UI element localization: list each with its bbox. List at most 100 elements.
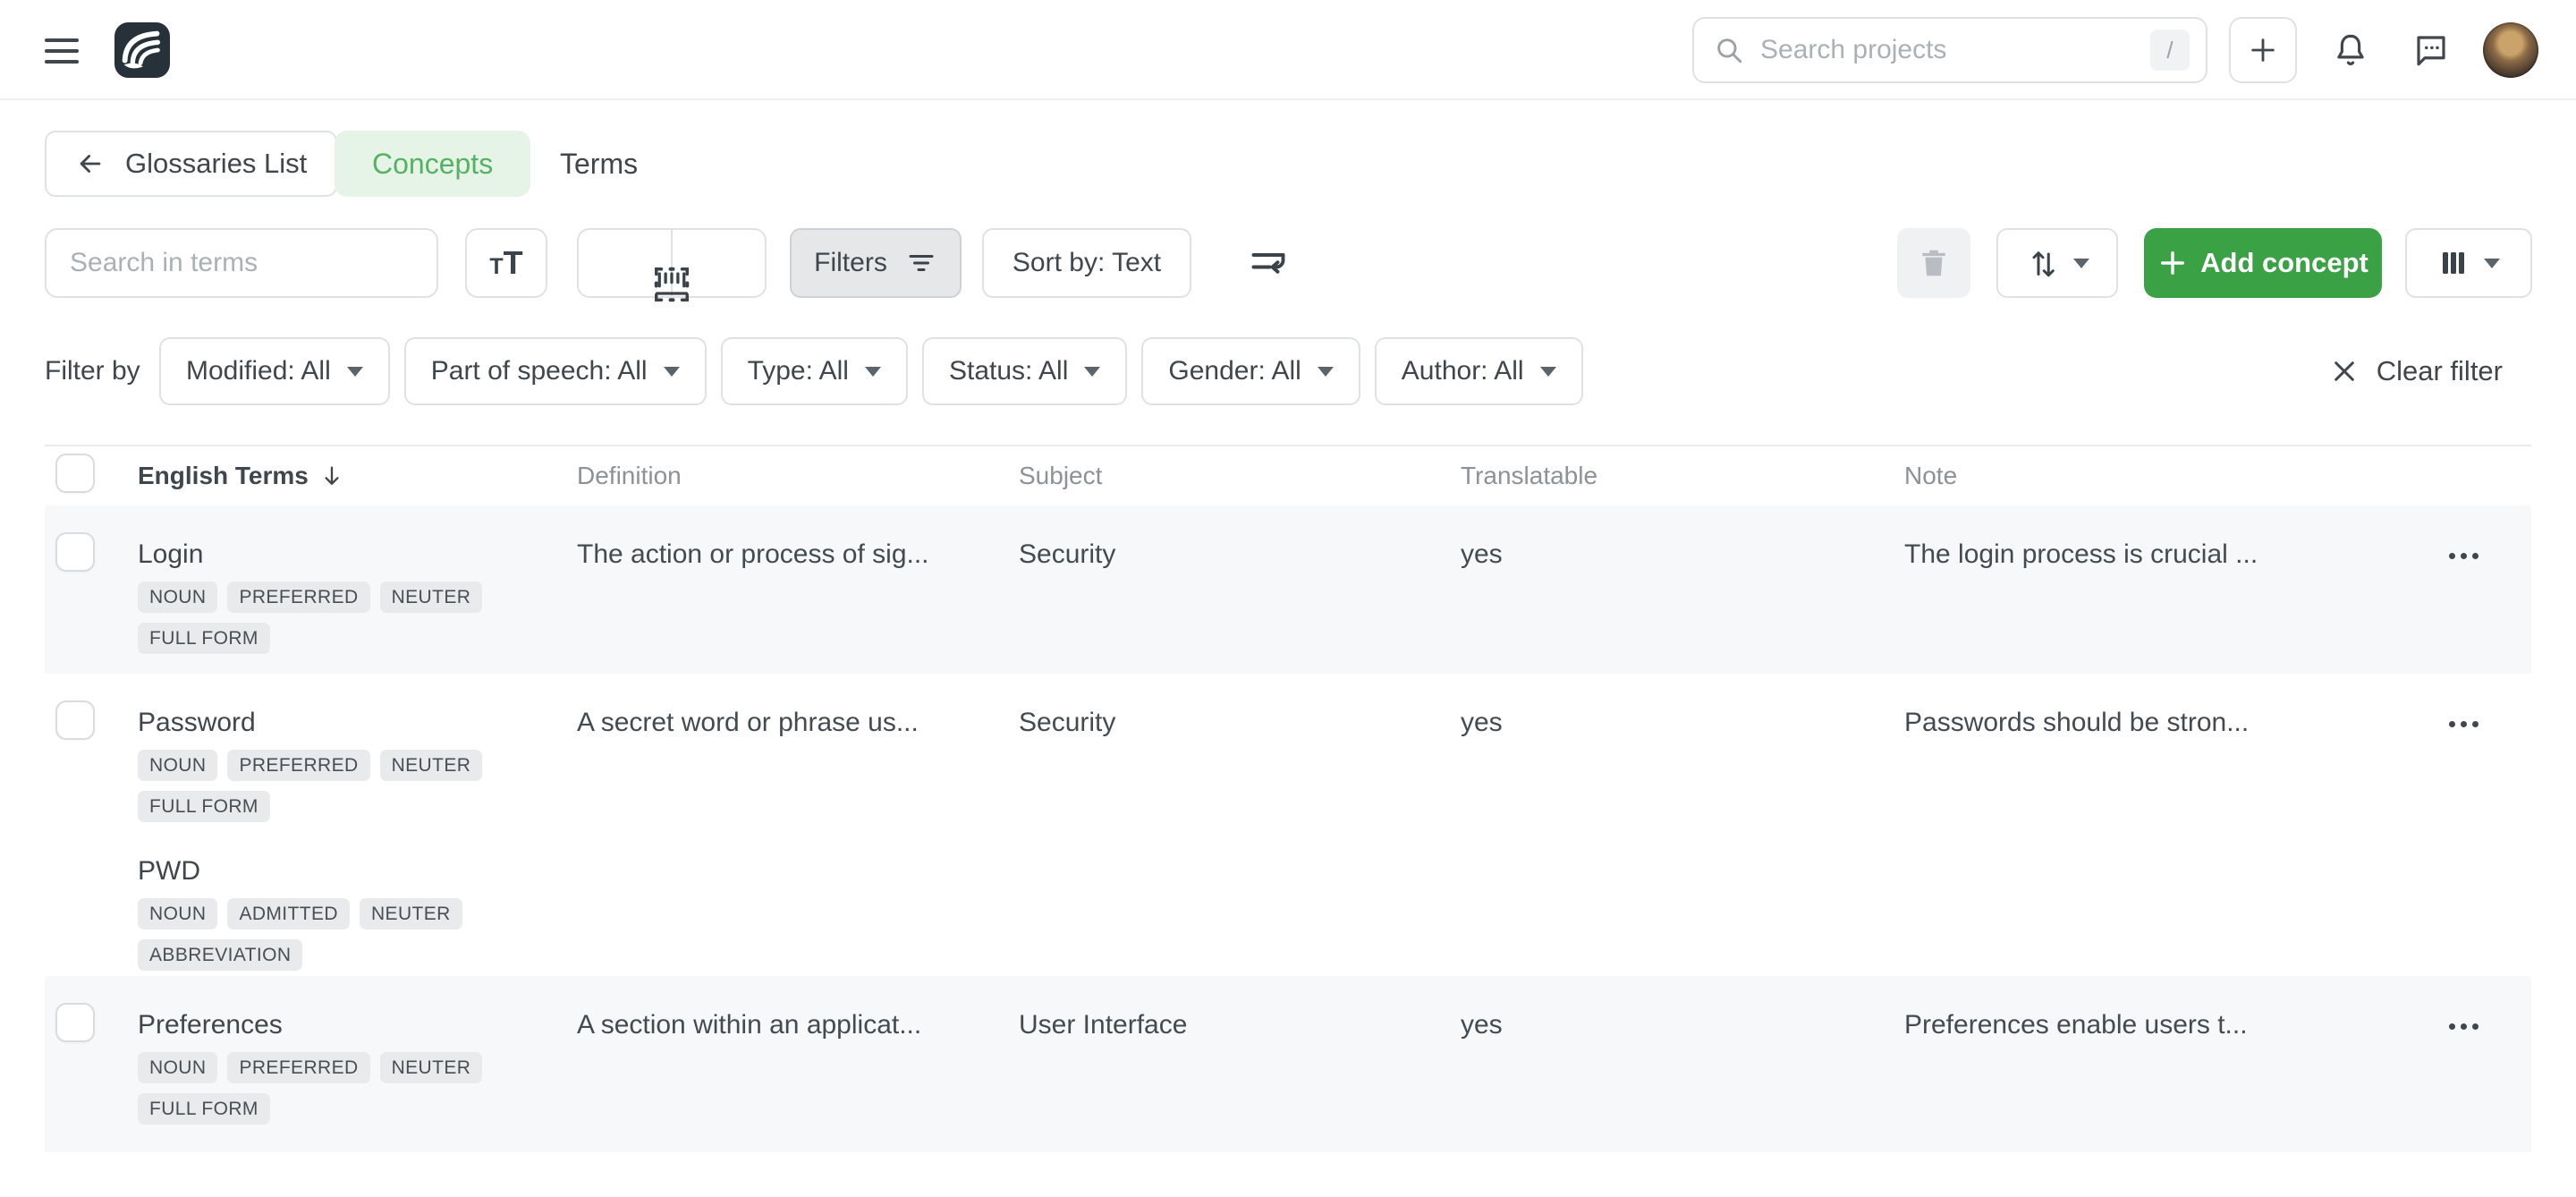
filter-chip-modified[interactable]: Modified: All [159, 337, 390, 405]
badge: NEUTER [380, 750, 483, 781]
term-badges: NOUN ADMITTED NEUTER ABBREVIATION [138, 898, 522, 971]
chevron-down-icon [865, 367, 881, 377]
term-title[interactable]: Login [138, 539, 522, 570]
shortcut-key-badge: / [2150, 30, 2190, 71]
add-concept-button[interactable]: Add concept [2144, 228, 2382, 298]
column-header-note[interactable]: Note [1904, 446, 1957, 505]
row-actions-button[interactable] [2435, 545, 2492, 566]
clear-filter-label: Clear filter [2377, 355, 2503, 387]
bell-icon [2332, 31, 2369, 69]
columns-button[interactable] [2405, 228, 2532, 298]
wrap-lines-icon [1247, 242, 1290, 284]
column-header-subject[interactable]: Subject [1019, 446, 1102, 505]
wrap-lines-button[interactable] [1240, 234, 1297, 292]
back-to-glossaries-button[interactable]: Glossaries List [45, 131, 337, 197]
row-actions-button[interactable] [2435, 713, 2492, 734]
term-cell: Login NOUN PREFERRED NEUTER FULL FORM [138, 539, 522, 654]
select-all-checkbox[interactable] [55, 454, 95, 493]
select-area-icon [651, 264, 692, 305]
translatable-cell: yes [1461, 1010, 1503, 1040]
search-mode-group [577, 228, 767, 298]
tab-concepts[interactable]: Concepts [335, 131, 530, 197]
table-row[interactable]: Password NOUN PREFERRED NEUTER FULL FORM… [45, 674, 2531, 976]
search-projects-input[interactable] [1760, 35, 2150, 65]
plus-icon [2157, 248, 2188, 278]
match-case-button[interactable]: TT [465, 228, 547, 298]
badge: ABBREVIATION [138, 939, 302, 971]
row-checkbox[interactable] [55, 1003, 95, 1042]
close-icon [2330, 357, 2359, 386]
table-row[interactable]: Preferences NOUN PREFERRED NEUTER FULL F… [45, 976, 2531, 1152]
note-cell: The login process is crucial ... [1904, 539, 2258, 570]
table-header: English Terms Definition Subject Transla… [45, 446, 2531, 505]
term-badges: NOUN PREFERRED NEUTER FULL FORM [138, 582, 522, 654]
row-checkbox[interactable] [55, 700, 95, 740]
chevron-down-icon [1084, 367, 1100, 377]
translatable-cell: yes [1461, 708, 1503, 738]
badge: PREFERRED [227, 750, 369, 781]
filter-chip-gender[interactable]: Gender: All [1141, 337, 1360, 405]
term-title[interactable]: Preferences [138, 1010, 522, 1040]
filter-by-label: Filter by [45, 337, 140, 405]
sort-by-label: Sort by: Text [1013, 248, 1161, 278]
filter-chip-part-of-speech[interactable]: Part of speech: All [404, 337, 707, 405]
search-terms-box [45, 228, 438, 298]
column-header-translatable[interactable]: Translatable [1461, 446, 1597, 505]
badge: NOUN [138, 898, 217, 930]
chevron-down-icon [2073, 259, 2089, 268]
chevron-down-icon [347, 367, 363, 377]
note-cell: Preferences enable users t... [1904, 1010, 2248, 1040]
select-area-button[interactable] [651, 264, 692, 305]
app-logo[interactable] [114, 22, 170, 78]
chevron-down-icon [1318, 367, 1334, 377]
row-actions-button[interactable] [2435, 1015, 2492, 1037]
definition-cell: A secret word or phrase us... [577, 708, 919, 738]
tab-terms[interactable]: Terms [560, 131, 638, 197]
badge: PREFERRED [227, 1052, 369, 1083]
notifications-button[interactable] [2329, 29, 2372, 72]
column-header-definition[interactable]: Definition [577, 446, 682, 505]
match-case-icon: TT [489, 247, 522, 279]
filter-chip-type[interactable]: Type: All [721, 337, 908, 405]
badge: NOUN [138, 1052, 217, 1083]
badge: FULL FORM [138, 1093, 270, 1125]
badge: PREFERRED [227, 582, 369, 613]
import-export-button[interactable] [1996, 228, 2118, 298]
subject-cell: Security [1019, 708, 1115, 738]
clear-filter-button[interactable]: Clear filter [2330, 337, 2503, 405]
sort-order-icon [2025, 245, 2061, 281]
filters-button[interactable]: Filters [790, 228, 962, 298]
badge: NOUN [138, 582, 217, 613]
term-title[interactable]: Password [138, 708, 522, 738]
column-header-english-terms[interactable]: English Terms [138, 446, 344, 505]
filter-chip-status[interactable]: Status: All [922, 337, 1127, 405]
chevron-down-icon [2484, 259, 2500, 268]
feedback-button[interactable] [2410, 29, 2453, 72]
filter-icon [905, 247, 937, 279]
term-title[interactable]: PWD [138, 856, 522, 887]
plus-icon [2248, 35, 2278, 65]
columns-icon [2437, 247, 2470, 279]
sort-desc-icon [319, 463, 344, 488]
translatable-cell: yes [1461, 539, 1503, 570]
delete-button[interactable] [1897, 228, 1970, 298]
menu-icon[interactable] [45, 38, 79, 64]
term-badges: NOUN PREFERRED NEUTER FULL FORM [138, 750, 522, 822]
badge: FULL FORM [138, 623, 270, 654]
badge: NEUTER [380, 582, 483, 613]
search-terms-input[interactable] [70, 248, 413, 278]
add-concept-label: Add concept [2200, 247, 2368, 279]
user-avatar[interactable] [2483, 22, 2538, 78]
row-checkbox[interactable] [55, 532, 95, 572]
table-row[interactable]: Login NOUN PREFERRED NEUTER FULL FORM Th… [45, 505, 2531, 674]
concepts-table: Login NOUN PREFERRED NEUTER FULL FORM Th… [45, 505, 2531, 1152]
chevron-down-icon [664, 367, 680, 377]
definition-cell: A section within an applicat... [577, 1010, 921, 1040]
filter-chip-author[interactable]: Author: All [1375, 337, 1583, 405]
sort-by-button[interactable]: Sort by: Text [982, 228, 1191, 298]
create-new-button[interactable] [2229, 17, 2297, 83]
subject-cell: User Interface [1019, 1010, 1187, 1040]
chevron-down-icon [1540, 367, 1556, 377]
note-cell: Passwords should be stron... [1904, 708, 2249, 738]
back-label: Glossaries List [125, 148, 307, 180]
